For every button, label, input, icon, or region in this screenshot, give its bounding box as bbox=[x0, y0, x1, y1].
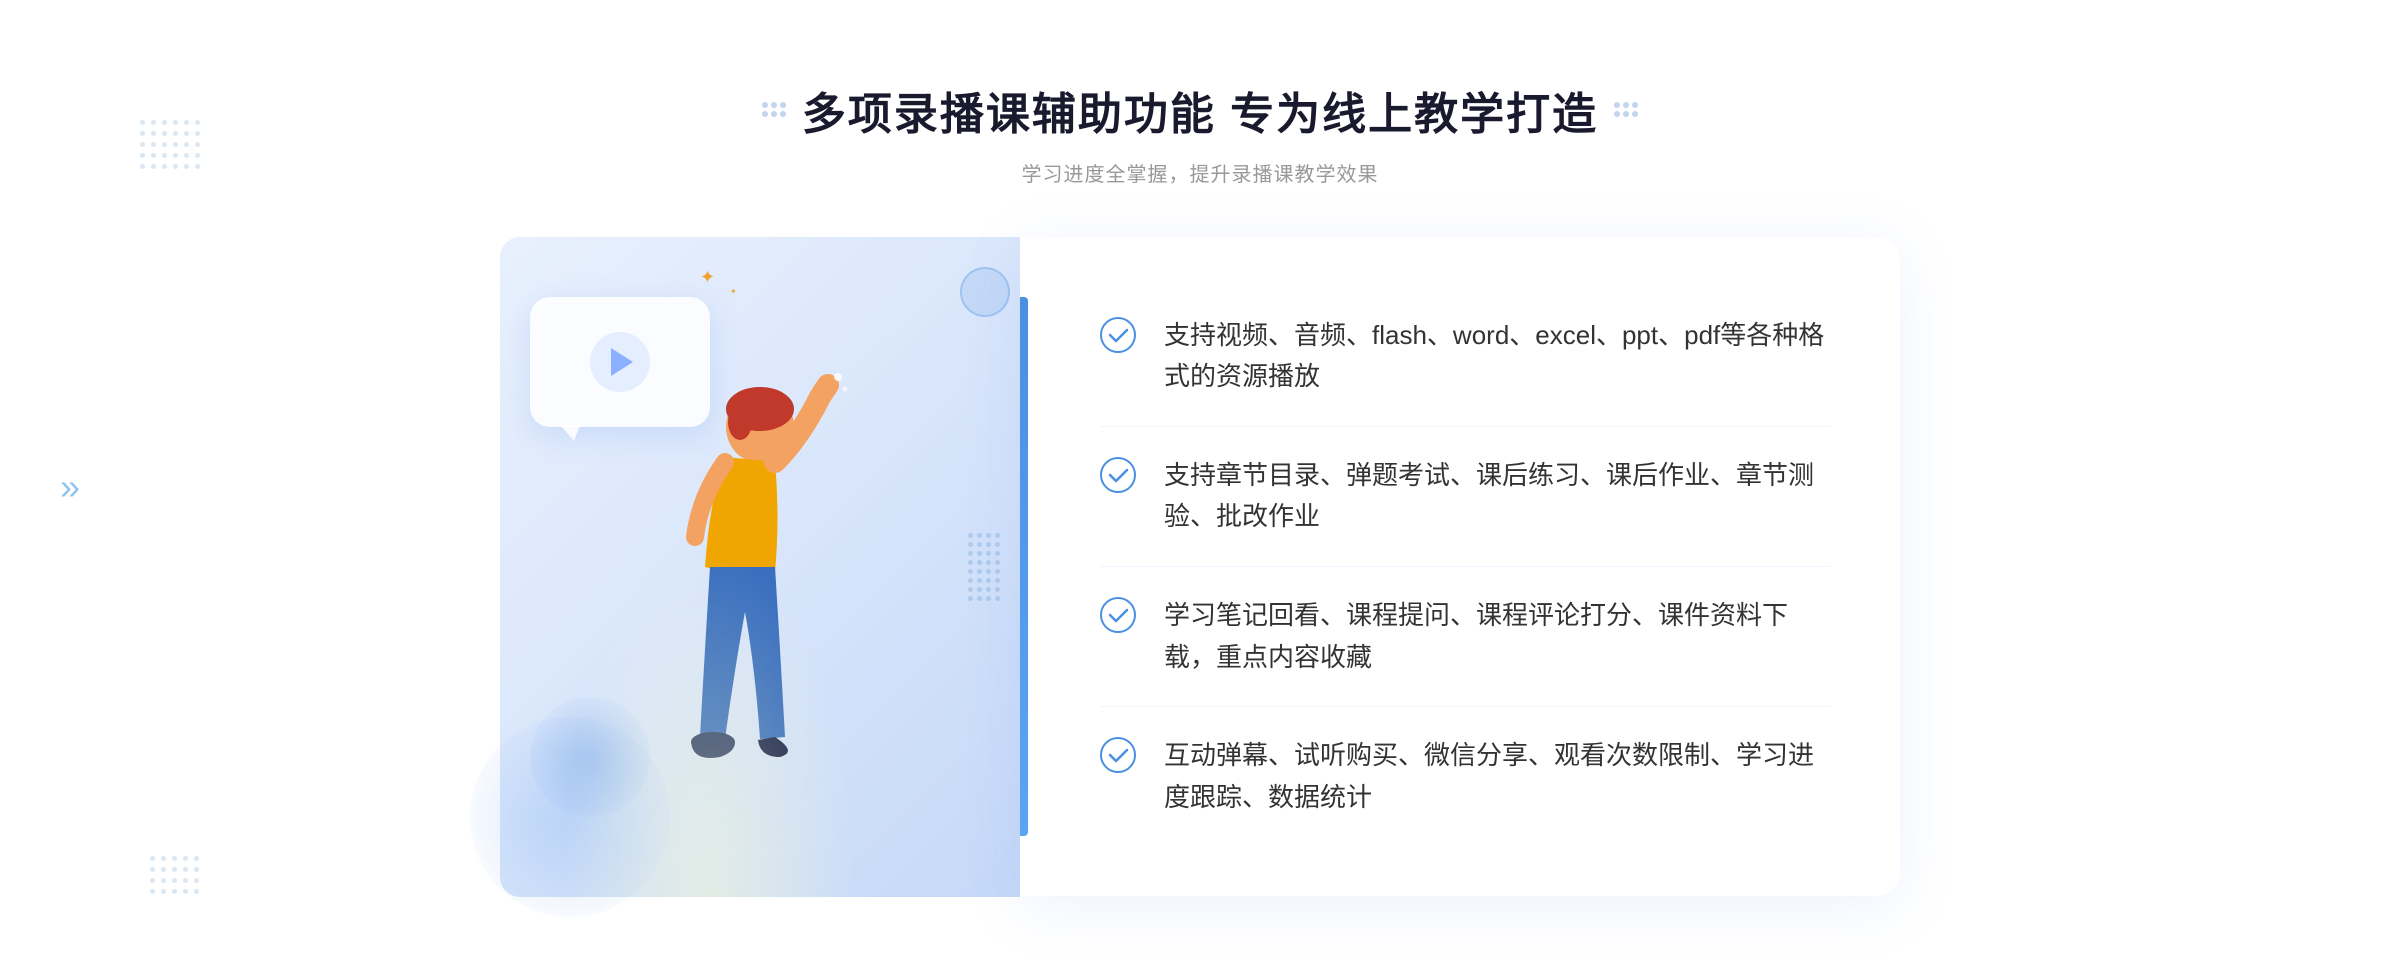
feature-text-3: 学习笔记回看、课程提问、课程评论打分、课件资料下载，重点内容收藏 bbox=[1164, 595, 1830, 678]
feature-item-3: 学习笔记回看、课程提问、课程评论打分、课件资料下载，重点内容收藏 bbox=[1100, 567, 1830, 707]
header-dots-left bbox=[762, 102, 786, 117]
page-container: » 多项录播课辅助功能 专为线上教学打造 学习进度全掌握，提升录播课教学效果 bbox=[0, 0, 2400, 974]
page-subtitle: 学习进度全掌握，提升录播课教学效果 bbox=[762, 158, 1638, 187]
header-dots-right bbox=[1614, 102, 1638, 117]
deco-circle-small bbox=[960, 267, 1010, 317]
card-accent-bar bbox=[1020, 297, 1028, 837]
header-title-wrapper: 多项录播课辅助功能 专为线上教学打造 bbox=[762, 78, 1638, 142]
check-icon-2 bbox=[1100, 457, 1136, 493]
bg-dots-topleft bbox=[140, 120, 200, 169]
human-figure bbox=[580, 367, 880, 897]
feature-item-1: 支持视频、音频、flash、word、excel、ppt、pdf等各种格式的资源… bbox=[1100, 287, 1830, 427]
illustration-area: ✦ ✦ bbox=[500, 237, 1020, 897]
sparkle-icon-2: ✦ bbox=[730, 287, 737, 296]
main-content: ✦ ✦ bbox=[500, 237, 1900, 897]
feature-item-2: 支持章节目录、弹题考试、课后练习、课后作业、章节测验、批改作业 bbox=[1100, 427, 1830, 567]
bg-dots-bottomleft bbox=[150, 856, 199, 894]
check-icon-4 bbox=[1100, 737, 1136, 773]
feature-text-4: 互动弹幕、试听购买、微信分享、观看次数限制、学习进度跟踪、数据统计 bbox=[1164, 735, 1830, 818]
feature-text-1: 支持视频、音频、flash、word、excel、ppt、pdf等各种格式的资源… bbox=[1164, 315, 1830, 398]
page-title: 多项录播课辅助功能 专为线上教学打造 bbox=[802, 78, 1598, 142]
header-section: 多项录播课辅助功能 专为线上教学打造 学习进度全掌握，提升录播课教学效果 bbox=[762, 78, 1638, 187]
deco-stripe bbox=[968, 533, 1000, 601]
content-card: 支持视频、音频、flash、word、excel、ppt、pdf等各种格式的资源… bbox=[1020, 237, 1900, 897]
feature-text-2: 支持章节目录、弹题考试、课后练习、课后作业、章节测验、批改作业 bbox=[1164, 455, 1830, 538]
feature-item-4: 互动弹幕、试听购买、微信分享、观看次数限制、学习进度跟踪、数据统计 bbox=[1100, 707, 1830, 846]
check-icon-3 bbox=[1100, 597, 1136, 633]
check-icon-1 bbox=[1100, 317, 1136, 353]
chevron-left-decoration: » bbox=[60, 466, 80, 508]
sparkle-icon-1: ✦ bbox=[700, 267, 715, 288]
